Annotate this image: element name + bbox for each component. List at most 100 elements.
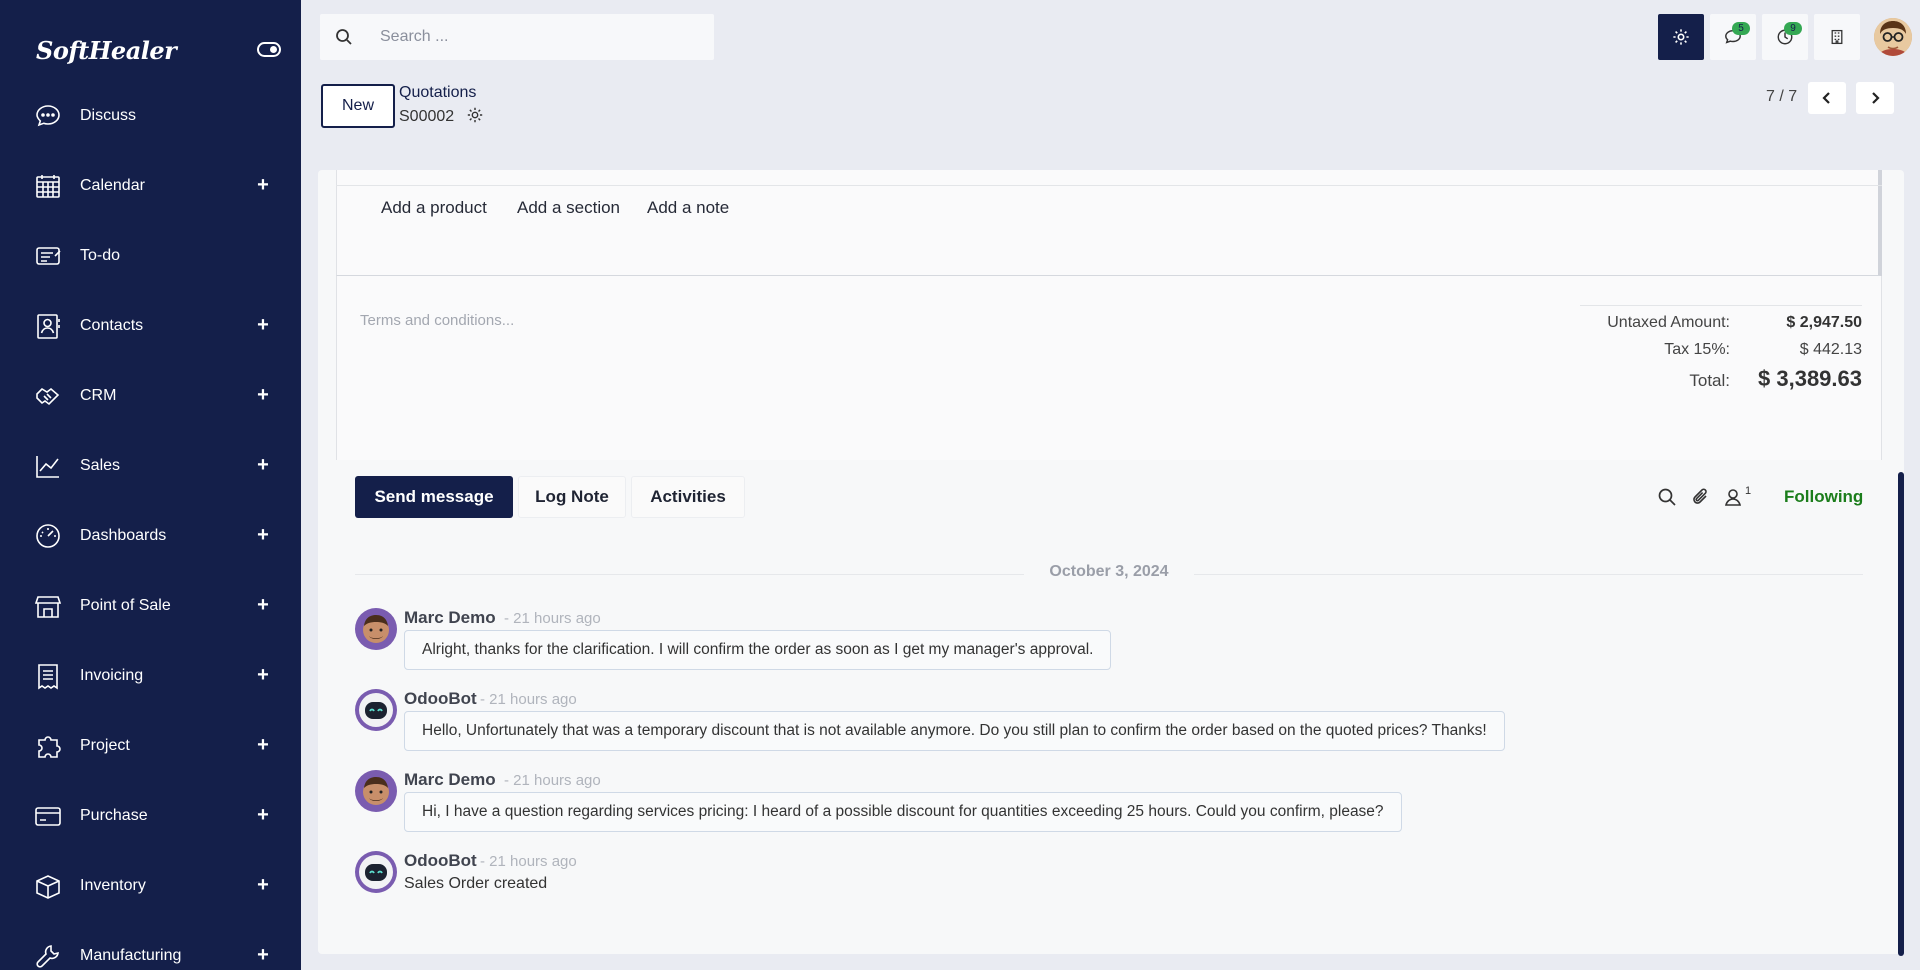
sidebar-item-label: Calendar [80, 177, 145, 194]
sidebar-item-label: Purchase [80, 807, 148, 824]
paperclip-icon[interactable] [1690, 486, 1712, 508]
breadcrumb-quotations[interactable]: Quotations [399, 84, 476, 102]
message-body: Sales Order created [404, 875, 548, 892]
message-time: - 21 hours ago [480, 691, 577, 708]
user-avatar[interactable] [1874, 18, 1912, 56]
sidebar-item-crm[interactable]: CRM + [0, 368, 301, 424]
author-name[interactable]: OdooBot [404, 689, 477, 709]
sidebar-item-label: Contacts [80, 317, 144, 334]
add-product-link[interactable]: Add a product [381, 198, 487, 218]
search-messages-icon[interactable] [1656, 486, 1678, 508]
sidebar-item-project[interactable]: Project + [0, 718, 301, 774]
date-separator-label: October 3, 2024 [1024, 563, 1194, 581]
message-time: - 21 hours ago [504, 610, 601, 627]
search-bar[interactable] [320, 14, 714, 60]
untaxed-amount-label: Untaxed Amount: [1607, 314, 1730, 331]
expand-plus-icon[interactable]: + [252, 314, 274, 336]
expand-plus-icon[interactable]: + [252, 454, 274, 476]
bot-avatar-icon [355, 851, 397, 893]
store-icon [34, 596, 62, 618]
sidebar-item-manufacturing[interactable]: Manufacturing + [0, 928, 301, 970]
followers-person-icon[interactable] [1722, 486, 1744, 508]
receipt-icon [38, 664, 58, 690]
trend-chart-icon [36, 456, 59, 478]
chat-bubble-icon [36, 105, 60, 127]
expand-plus-icon[interactable]: + [252, 594, 274, 616]
settings-button[interactable] [1658, 14, 1704, 60]
box-icon [36, 875, 60, 899]
sidebar-item-point-of-sale[interactable]: Point of Sale + [0, 578, 301, 634]
sidebar-item-label: Invoicing [80, 667, 144, 684]
sidebar-item-calendar[interactable]: Calendar + [0, 158, 301, 214]
sidebar-item-sales[interactable]: Sales + [0, 438, 301, 494]
sidebar-item-dashboards[interactable]: Dashboards + [0, 508, 301, 564]
sidebar-item-label: Project [80, 737, 130, 754]
sidebar-item-discuss[interactable]: Discuss [0, 88, 301, 144]
handshake-icon [36, 387, 60, 406]
send-message-button[interactable]: Send message [355, 476, 513, 518]
tax-label: Tax 15%: [1664, 341, 1730, 358]
pager-value[interactable]: 7 / 7 [1766, 88, 1797, 106]
sidebar-item-label: To-do [80, 247, 121, 264]
sidebar-toggle-icon[interactable] [257, 42, 281, 57]
building-icon [1831, 29, 1843, 45]
author-avatar[interactable] [355, 770, 397, 812]
messages-button[interactable]: 5 [1710, 14, 1756, 60]
scrollbar-thumb[interactable] [1898, 472, 1904, 956]
author-avatar[interactable] [355, 608, 397, 650]
expand-plus-icon[interactable]: + [252, 944, 274, 966]
expand-plus-icon[interactable]: + [252, 174, 274, 196]
expand-plus-icon[interactable]: + [252, 734, 274, 756]
add-note-link[interactable]: Add a note [647, 198, 729, 218]
message-body: Alright, thanks for the clarification. I… [404, 630, 1112, 670]
search-input[interactable] [380, 14, 700, 60]
total-label: Total: [1689, 371, 1730, 390]
chevron-left-icon [1822, 92, 1830, 104]
total-value: $ 3,389.63 [1758, 366, 1862, 391]
calendar-icon [36, 175, 60, 198]
author-name[interactable]: Marc Demo [404, 770, 496, 790]
untaxed-amount-value: $ 2,947.50 [1786, 314, 1862, 331]
following-button[interactable]: Following [1784, 487, 1863, 507]
add-section-link[interactable]: Add a section [517, 198, 620, 218]
sidebar-item-label: Manufacturing [80, 947, 182, 964]
sidebar-item-todo[interactable]: To-do [0, 228, 301, 284]
author-avatar[interactable] [355, 851, 397, 893]
author-name[interactable]: Marc Demo [404, 608, 496, 628]
sidebar-item-label: Dashboards [80, 527, 167, 544]
activities-button[interactable]: Activities [631, 476, 745, 518]
terms-and-conditions-field[interactable]: Terms and conditions... [360, 312, 514, 329]
company-switcher-button[interactable] [1814, 14, 1860, 60]
sidebar-item-invoicing[interactable]: Invoicing + [0, 648, 301, 704]
sidebar-item-contacts[interactable]: Contacts + [0, 298, 301, 354]
message-time: - 21 hours ago [504, 772, 601, 789]
sidebar-item-label: Inventory [80, 877, 146, 894]
pager-next-button[interactable] [1856, 82, 1894, 114]
pager-previous-button[interactable] [1808, 82, 1846, 114]
message-body: Hello, Unfortunately that was a temporar… [404, 711, 1505, 751]
author-name[interactable]: OdooBot [404, 851, 477, 871]
sidebar-item-label: Point of Sale [80, 597, 171, 614]
wrench-icon [36, 945, 59, 968]
record-actions-gear-icon[interactable] [466, 106, 484, 124]
expand-plus-icon[interactable]: + [252, 664, 274, 686]
sidebar-item-inventory[interactable]: Inventory + [0, 858, 301, 914]
expand-plus-icon[interactable]: + [252, 384, 274, 406]
activities-count-badge: 9 [1784, 22, 1802, 35]
record-name: S00002 [399, 108, 455, 125]
message-body: Hi, I have a question regarding services… [404, 792, 1402, 832]
activities-button[interactable]: 9 [1762, 14, 1808, 60]
new-button[interactable]: New [321, 84, 395, 128]
brand-logo[interactable]: SoftHealer [36, 36, 177, 65]
contacts-icon [37, 314, 60, 339]
expand-plus-icon[interactable]: + [252, 874, 274, 896]
expand-plus-icon[interactable]: + [252, 804, 274, 826]
sidebar: SoftHealer Discuss Calendar + To-do Cont… [0, 0, 301, 970]
log-note-button[interactable]: Log Note [518, 476, 626, 518]
sidebar-item-label: Discuss [80, 107, 137, 124]
expand-plus-icon[interactable]: + [252, 524, 274, 546]
author-avatar[interactable] [355, 689, 397, 731]
sidebar-item-purchase[interactable]: Purchase + [0, 788, 301, 844]
gear-icon [1673, 29, 1689, 45]
todo-icon [36, 247, 61, 265]
